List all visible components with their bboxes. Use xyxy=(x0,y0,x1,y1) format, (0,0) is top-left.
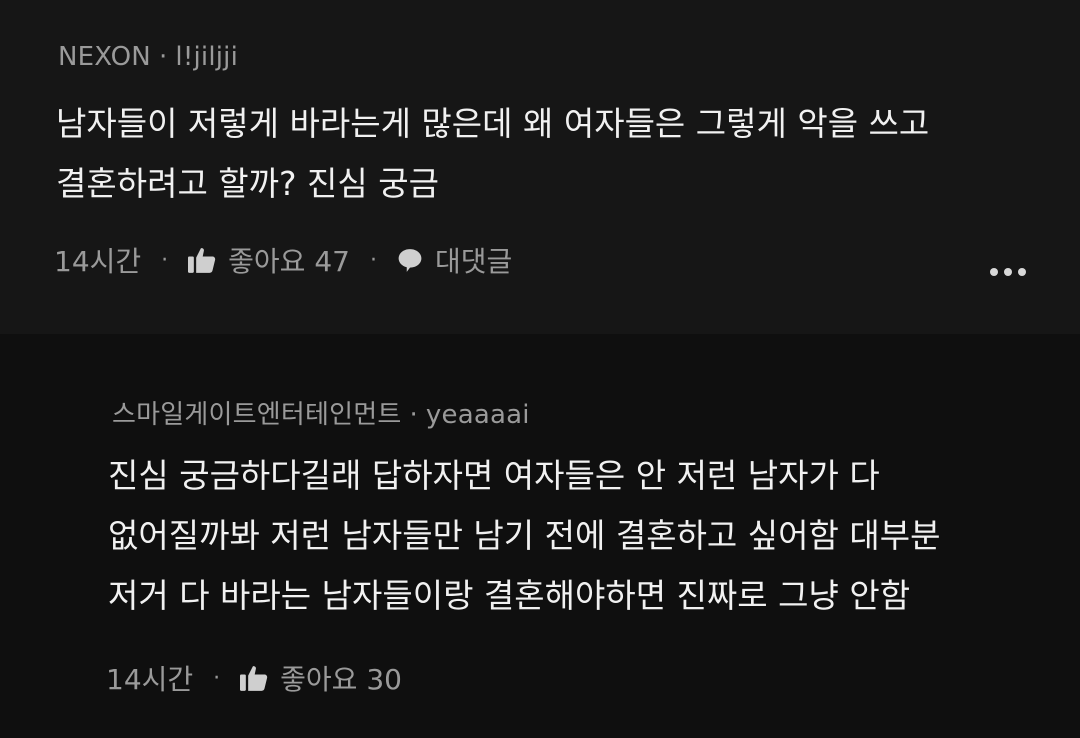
reply-button[interactable]: 대댓글 xyxy=(435,240,512,280)
comment-line: 결혼하려고 할까? 진심 궁금 xyxy=(56,164,439,203)
comment-2: 스마일게이트엔터테인먼트 · yeaaaai 진심 궁금하다길래 답하자면 여자들은… xyxy=(0,334,1080,738)
meta-separator: · xyxy=(158,42,168,72)
comment-handle[interactable]: l!jiljji xyxy=(175,42,238,72)
thumbs-up-icon[interactable] xyxy=(188,247,216,273)
like-label: 좋아요 xyxy=(228,245,306,278)
comment-body: 남자들이 저렇게 바라는게 많은데 왜 여자들은 그렇게 악을 쓰고 결혼하려고… xyxy=(56,94,929,214)
comment-author[interactable]: NEXON xyxy=(58,42,151,72)
comment-meta: NEXON · l!jiljji xyxy=(58,42,238,72)
thumbs-up-icon[interactable] xyxy=(240,665,268,691)
comment-time: 14시간 xyxy=(54,245,142,278)
comment-actions: 14시간 · 좋아요 47 · 대댓글 xyxy=(54,240,512,280)
like-button[interactable]: 좋아요 47 xyxy=(228,240,350,280)
comment-actions: 14시간 · 좋아요 30 xyxy=(106,658,402,698)
comment-line: 없어질까봐 저런 남자들만 남기 전에 결혼하고 싶어함 대부분 xyxy=(108,516,941,555)
comment-line: 남자들이 저렇게 바라는게 많은데 왜 여자들은 그렇게 악을 쓰고 xyxy=(56,104,930,143)
comment-line: 진심 궁금하다길래 답하자면 여자들은 안 저런 남자가 다 xyxy=(108,456,880,495)
comment-meta: 스마일게이트엔터테인먼트 · yeaaaai xyxy=(112,394,530,431)
like-count: 30 xyxy=(366,663,402,696)
more-horizontal-icon[interactable] xyxy=(990,268,1026,276)
comment-author[interactable]: 스마일게이트엔터테인먼트 xyxy=(112,400,401,430)
comment-1: NEXON · l!jiljji 남자들이 저렇게 바라는게 많은데 왜 여자들은 … xyxy=(0,0,1080,334)
comment-body: 진심 궁금하다길래 답하자면 여자들은 안 저런 남자가 다 없어질까봐 저런 … xyxy=(108,446,940,626)
speech-bubble-icon[interactable] xyxy=(397,247,423,273)
action-separator: · xyxy=(369,247,377,273)
action-separator: · xyxy=(213,665,221,691)
like-button[interactable]: 좋아요 30 xyxy=(280,658,402,698)
like-label: 좋아요 xyxy=(280,663,358,696)
meta-separator: · xyxy=(409,400,418,430)
action-separator: · xyxy=(161,247,169,273)
comment-line: 저거 다 바라는 남자들이랑 결혼해야하면 진짜로 그냥 안함 xyxy=(108,576,911,615)
like-count: 47 xyxy=(314,245,350,278)
comment-handle[interactable]: yeaaaai xyxy=(426,400,530,430)
comment-time: 14시간 xyxy=(106,663,194,696)
